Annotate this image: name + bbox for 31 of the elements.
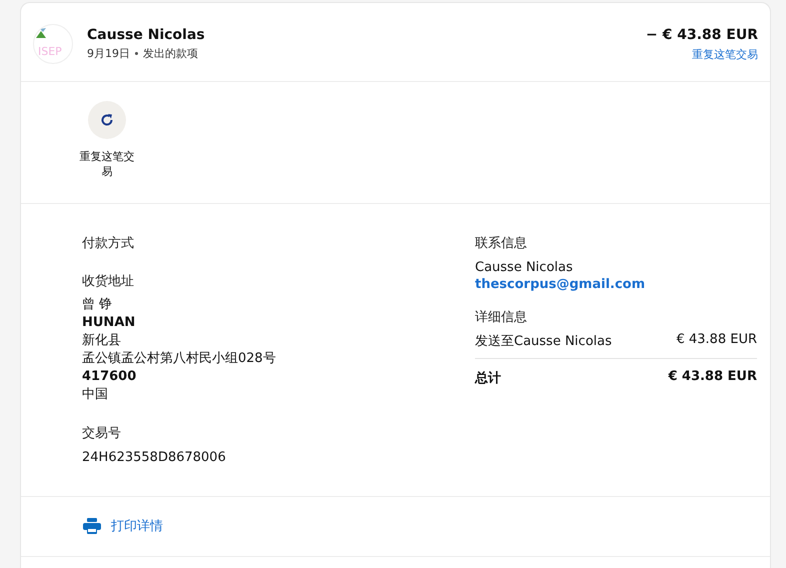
address-line: HUNAN	[82, 314, 136, 332]
address-line: 新化县	[82, 332, 122, 350]
transaction-id: 24H623558D8678006	[82, 450, 227, 465]
address-line: 中国	[82, 386, 109, 404]
broken-image-icon	[35, 27, 47, 39]
transaction-date: 9月19日	[87, 46, 130, 61]
contact-name: Causse Nicolas	[475, 260, 574, 275]
email-link[interactable]: thescorpus@gmail.com	[475, 277, 757, 292]
address-line: 孟公镇孟公村第八村民小组028号	[82, 350, 277, 368]
printer-icon	[83, 518, 101, 534]
section-label: 付款方式	[82, 235, 135, 252]
address-line: 曾 铮	[82, 296, 114, 314]
section-label: 交易号	[82, 425, 122, 442]
avatar-alt-text: ISEP	[38, 45, 62, 58]
separator-dot	[135, 52, 138, 55]
line-amount: € 43.88 EUR	[668, 369, 757, 386]
section-label: 详细信息	[475, 309, 528, 326]
action-label: 重复这笔交易	[78, 149, 136, 180]
payee-name: Causse Nicolas	[87, 27, 206, 43]
amount: − € 43.88 EUR	[646, 26, 758, 42]
repeat-button[interactable]	[88, 101, 126, 139]
refresh-icon	[99, 112, 115, 128]
line-amount: € 43.88 EUR	[676, 332, 757, 349]
transaction-type: 发出的款项	[143, 46, 198, 61]
section-label: 收货地址	[82, 273, 135, 290]
print-details-link[interactable]: 打印详情	[83, 517, 163, 535]
repeat-transaction-link[interactable]: 重复这笔交易	[692, 46, 758, 62]
line-label: 发送至Causse Nicolas	[475, 333, 612, 350]
address-line: 417600	[82, 368, 138, 386]
section-label: 联系信息	[475, 235, 528, 252]
line-label: 总计	[475, 370, 501, 387]
